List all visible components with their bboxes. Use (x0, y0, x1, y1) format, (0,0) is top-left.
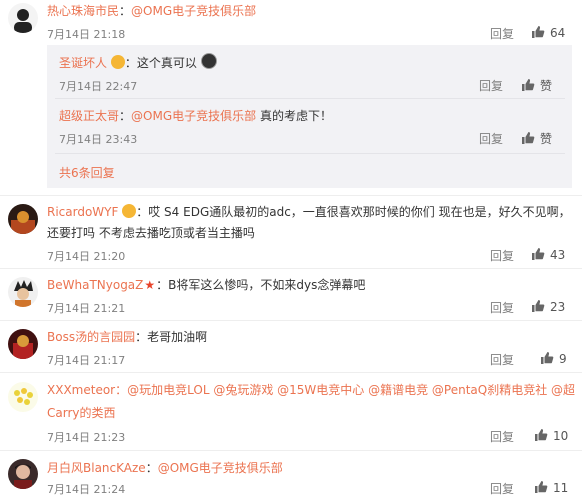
comment-text-continued: 还要打吗 不考虑去播吃顶或者当主播吗 (47, 226, 255, 240)
thumbs-up-icon (531, 299, 545, 313)
comment-time: 7月14日 21:20 (47, 250, 126, 263)
more-replies-link[interactable]: 共6条回复 (59, 164, 115, 181)
divider (55, 153, 565, 154)
like-button[interactable]: 赞 (521, 77, 552, 94)
thumbs-up-icon (521, 131, 535, 145)
vip-badge-icon (110, 55, 125, 69)
comment-text: XXXmeteor：@玩加电竞LOL @兔玩游戏 @15W电竞中心 @籍谱电竞 … (47, 381, 575, 398)
sub-reply-time: 7月14日 22:47 (59, 80, 138, 93)
comment-text: RicardoWYF ：哎 S4 EDG通队最初的adc，一直很喜欢那时候的你们… (47, 204, 571, 219)
avatar[interactable] (8, 204, 38, 234)
mention-link[interactable]: @OMG电子竞技俱乐部 (158, 461, 283, 475)
like-count: 10 (553, 429, 569, 443)
divider (0, 320, 582, 321)
like-button[interactable]: 43 (531, 247, 565, 262)
reply-button[interactable]: 回复 (479, 77, 503, 94)
mention-links[interactable]: ：@玩加电竞LOL @兔玩游戏 @15W电竞中心 @籍谱电竞 @PentaQ刹精… (115, 383, 575, 397)
comment-text: 热心珠海市民：@OMG电子竞技俱乐部 (47, 4, 257, 18)
divider (0, 195, 582, 196)
like-count: 43 (550, 248, 566, 262)
avatar[interactable] (8, 3, 38, 33)
mention-link[interactable]: @OMG电子竞技俱乐部 (131, 109, 256, 123)
divider (55, 98, 565, 99)
comment-time: 7月14日 21:23 (47, 431, 126, 444)
emoji-icon (200, 53, 217, 69)
like-count: 9 (559, 352, 567, 366)
comment-text: 月白风BlancKAze：@OMG电子竞技俱乐部 (47, 461, 283, 475)
comment-username[interactable]: 热心珠海市民 (47, 4, 119, 18)
like-button[interactable]: 64 (531, 25, 565, 40)
reply-button[interactable]: 回复 (490, 25, 514, 42)
reply-button[interactable]: 回复 (490, 299, 514, 316)
comment-username[interactable]: RicardoWYF (47, 205, 118, 219)
reply-button[interactable]: 回复 (490, 428, 514, 445)
avatar[interactable] (8, 459, 38, 489)
like-button[interactable]: 23 (531, 299, 565, 314)
sub-reply-username[interactable]: 圣诞坏人 (59, 56, 107, 70)
thumbs-up-icon (534, 428, 548, 442)
divider (0, 372, 582, 373)
mention-link[interactable]: @OMG电子竞技俱乐部 (131, 4, 256, 18)
thumbs-up-icon (540, 351, 554, 365)
divider (0, 268, 582, 269)
sub-reply-time: 7月14日 23:43 (59, 133, 138, 146)
like-button[interactable]: 9 (540, 351, 567, 366)
sub-reply-text: 超级正太哥：@OMG电子竞技俱乐部 真的考虑下！ (59, 109, 332, 123)
comment-text: Boss汤的言园园：老哥加油啊 (47, 330, 208, 344)
comment-time: 7月14日 21:18 (47, 28, 126, 41)
thumbs-up-icon (531, 25, 545, 39)
thumbs-up-icon (534, 480, 548, 494)
like-count: 64 (550, 26, 566, 40)
comment-text: BeWhaTNyogaZ★：B将军这么惨吗，不如来dys念弹幕吧 (47, 278, 366, 292)
reply-button[interactable]: 回复 (479, 130, 503, 147)
reply-button[interactable]: 回复 (490, 247, 514, 264)
like-count: 23 (550, 300, 566, 314)
comment-username[interactable]: BeWhaTNyogaZ (47, 278, 143, 292)
comment-time: 7月14日 21:21 (47, 302, 126, 315)
thumbs-up-icon (531, 247, 545, 261)
like-button[interactable]: 赞 (521, 130, 552, 147)
comment-username[interactable]: XXXmeteor (47, 383, 115, 397)
comment-time: 7月14日 21:17 (47, 354, 126, 367)
reply-button[interactable]: 回复 (490, 480, 514, 497)
divider (0, 450, 582, 451)
avatar[interactable] (8, 277, 38, 307)
mention-link-continued[interactable]: Carry的类西 (47, 404, 116, 421)
like-count: 11 (553, 481, 569, 495)
vip-badge-icon (122, 204, 137, 218)
sub-reply-text: 圣诞坏人 ：这个真可以 (59, 53, 217, 71)
avatar[interactable] (8, 329, 38, 359)
reply-button[interactable]: 回复 (490, 351, 514, 368)
like-button[interactable]: 10 (534, 428, 568, 443)
comment-username[interactable]: Boss汤的言园园 (47, 330, 135, 344)
sub-reply-username[interactable]: 超级正太哥 (59, 109, 119, 123)
star-badge-icon: ★ (144, 278, 156, 292)
like-button[interactable]: 11 (534, 480, 568, 495)
thumbs-up-icon (521, 78, 535, 92)
avatar[interactable] (8, 382, 38, 412)
comment-username[interactable]: 月白风BlancKAze (47, 461, 146, 475)
